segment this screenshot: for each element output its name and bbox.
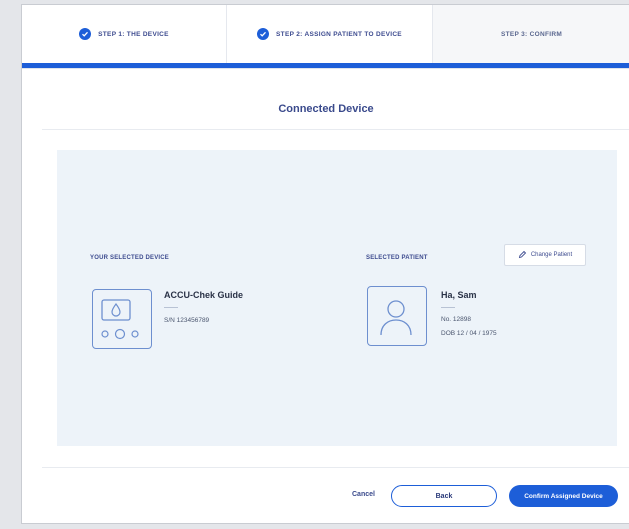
step-1[interactable]: STEP 1: THE DEVICE (22, 5, 227, 63)
confirm-assigned-device-button[interactable]: Confirm Assigned Device (509, 485, 618, 507)
device-serial: S/N 123456789 (164, 317, 210, 324)
stepper: STEP 1: THE DEVICE STEP 2: ASSIGN PATIEN… (22, 5, 629, 63)
glucose-meter-icon (92, 289, 152, 349)
divider (22, 68, 629, 69)
divider (164, 307, 178, 308)
page-title: Connected Device (278, 103, 374, 115)
step-3[interactable]: STEP 3: CONFIRM (433, 5, 629, 63)
step-3-label: STEP 3: CONFIRM (500, 30, 563, 38)
patient-name: Ha, Sam (441, 290, 477, 300)
patient-number: No. 12898 (441, 316, 471, 323)
pencil-icon (518, 250, 527, 261)
change-patient-label: Change Patient (530, 252, 573, 258)
step-2[interactable]: STEP 2: ASSIGN PATIENT TO DEVICE (227, 5, 433, 63)
app-window: STEP 1: THE DEVICE STEP 2: ASSIGN PATIEN… (21, 4, 629, 524)
device-name: ACCU-Chek Guide (164, 290, 244, 300)
back-button[interactable]: Back (391, 485, 497, 507)
person-icon (367, 286, 427, 346)
divider (42, 129, 629, 130)
checkmark-icon (79, 28, 92, 40)
change-patient-button[interactable]: Change Patient (504, 244, 586, 266)
step-2-label: STEP 2: ASSIGN PATIENT TO DEVICE (276, 30, 402, 38)
patient-dob: DOB 12 / 04 / 1975 (441, 330, 497, 337)
device-section-label: YOUR SELECTED DEVICE (90, 255, 170, 261)
checkmark-icon (257, 28, 270, 40)
divider (441, 307, 455, 308)
cancel-button[interactable]: Cancel (352, 491, 375, 498)
step-1-label: STEP 1: THE DEVICE (98, 30, 169, 38)
divider (42, 467, 629, 468)
patient-section-label: SELECTED PATIENT (366, 255, 428, 261)
